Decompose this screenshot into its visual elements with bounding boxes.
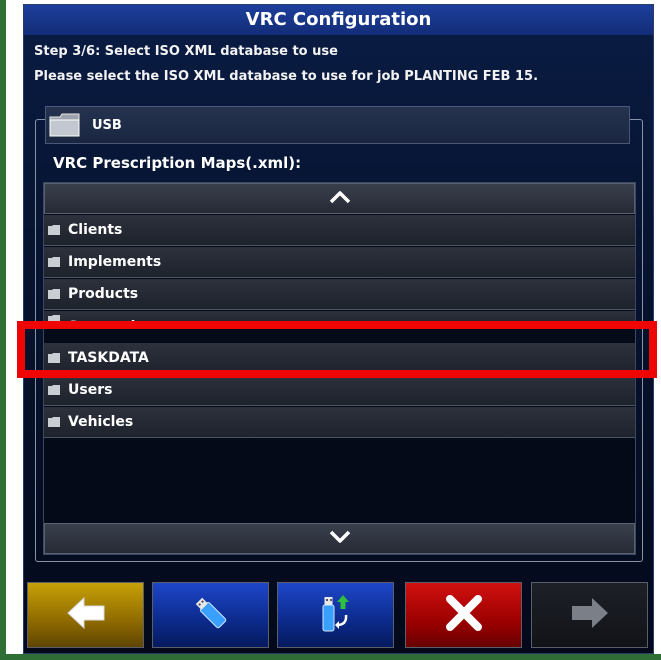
usb-drive-icon	[191, 593, 231, 637]
list-item-label: Products	[68, 286, 139, 302]
chevron-up-icon	[329, 189, 351, 208]
list-item-label: Clients	[68, 222, 123, 238]
close-icon	[444, 593, 484, 637]
usb-source-selector[interactable]: USB	[45, 106, 630, 144]
cancel-button[interactable]	[405, 582, 522, 648]
left-border	[0, 0, 6, 660]
list-item-vehicles[interactable]: Vehicles	[44, 407, 635, 438]
list-item-label: Users	[68, 382, 113, 398]
usb-export-button[interactable]	[277, 582, 394, 648]
window-title: VRC Configuration	[24, 5, 653, 35]
taskdata-highlight-box	[17, 321, 657, 378]
bottom-border	[0, 654, 661, 660]
list-item-products[interactable]: Products	[44, 279, 635, 310]
scroll-down-button[interactable]	[44, 523, 635, 554]
list-item-label: Vehicles	[68, 414, 134, 430]
scroll-up-button[interactable]	[44, 183, 635, 214]
folder-icon	[47, 287, 63, 301]
prompt-text: Please select the ISO XML database to us…	[34, 69, 539, 84]
usb-label: USB	[92, 117, 122, 133]
folder-icon	[47, 383, 63, 397]
list-item-label: Implements	[68, 254, 162, 270]
usb-export-icon	[313, 591, 359, 639]
back-button[interactable]	[27, 582, 144, 648]
list-item-clients[interactable]: Clients	[44, 215, 635, 246]
folder-icon	[47, 223, 63, 237]
step-text: Step 3/6: Select ISO XML database to use	[34, 44, 338, 59]
list-item-implements[interactable]: Implements	[44, 247, 635, 278]
folder-icon	[47, 415, 63, 429]
arrow-right-icon	[568, 594, 612, 636]
usb-drive-button[interactable]	[152, 582, 269, 648]
chevron-down-icon	[329, 529, 351, 548]
list-item-users[interactable]: Users	[44, 375, 635, 406]
folder-icon	[48, 110, 82, 140]
folder-icon	[47, 255, 63, 269]
next-button[interactable]	[531, 582, 648, 648]
prescription-maps-heading: VRC Prescription Maps(.xml):	[53, 154, 302, 172]
arrow-left-icon	[64, 594, 108, 636]
